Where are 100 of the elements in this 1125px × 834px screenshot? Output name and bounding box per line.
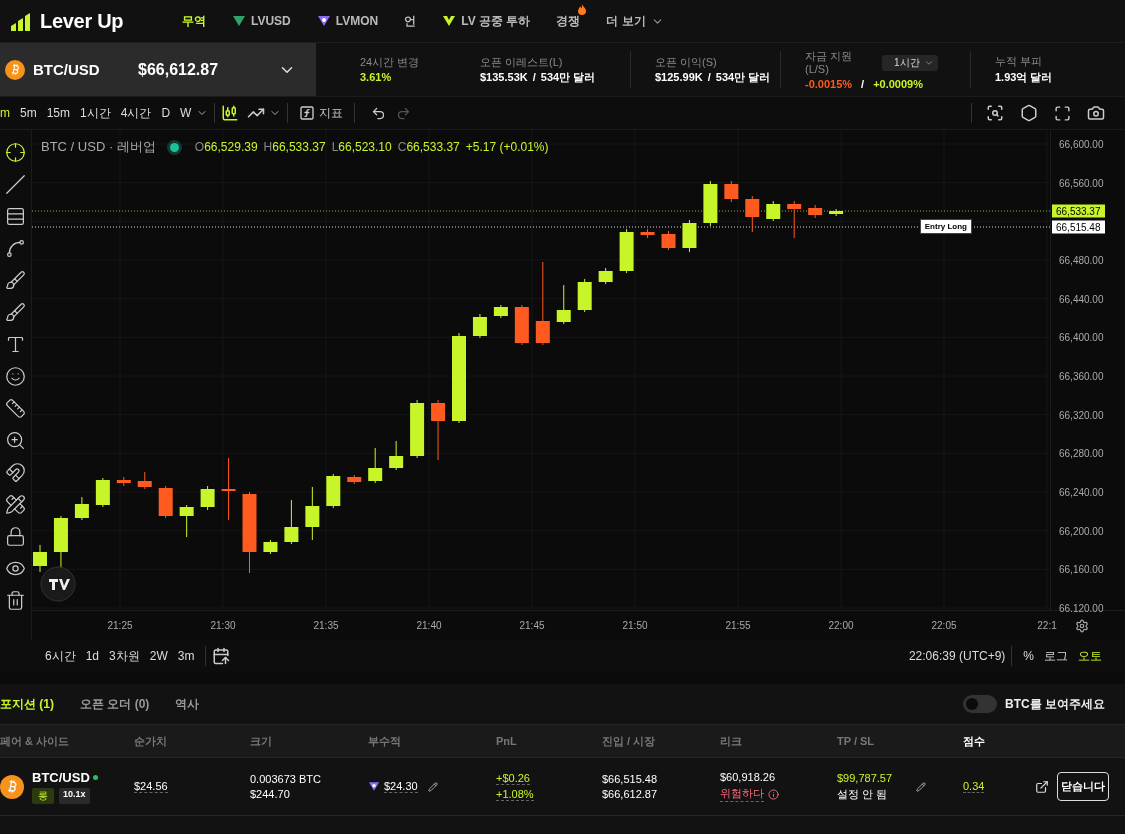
side-badge: 롱 — [32, 787, 54, 804]
table-cell: $60,918.26 — [720, 771, 776, 783]
interval-button[interactable]: 1시간 — [75, 104, 116, 122]
stat-total: 534만 달러 — [715, 71, 772, 83]
edit-icon[interactable] — [427, 781, 438, 792]
stat-value: 3.61% — [360, 71, 392, 83]
candle — [556, 284, 571, 325]
lock-icon[interactable] — [5, 526, 26, 547]
table-cell: 0.34 — [963, 780, 985, 793]
scale-option[interactable]: 오토 — [1073, 647, 1107, 665]
nav-link[interactable]: 더 보기 — [606, 3, 670, 39]
interval-button[interactable]: m — [0, 106, 15, 120]
indicators-button[interactable]: 지표 — [294, 102, 349, 124]
candle — [808, 204, 823, 219]
line-icon[interactable] — [5, 174, 26, 195]
candle — [179, 504, 194, 538]
short-rate: +0.0009% — [873, 77, 923, 90]
price-label: 66,160.00 — [1059, 563, 1104, 575]
stat-label: 누적 부피 — [995, 54, 1044, 68]
time-label: 21:30 — [210, 620, 236, 631]
pencil-ruler-icon[interactable] — [5, 494, 26, 515]
leverage-badge: 10.1x — [59, 787, 90, 804]
table-cell: $66,612.87 — [602, 788, 658, 800]
candle — [787, 200, 802, 239]
price-label: 66,240.00 — [1059, 486, 1104, 498]
tab[interactable]: 역사 — [175, 695, 200, 713]
settings-icon[interactable] — [1020, 104, 1038, 122]
info-icon[interactable] — [768, 788, 779, 800]
interval-button[interactable]: W — [175, 106, 197, 120]
nav-link[interactable]: 언 — [404, 3, 423, 39]
ohlc-value: 66,529.39 — [204, 140, 258, 154]
calendar-icon[interactable] — [212, 647, 231, 665]
time-label: 21:50 — [622, 620, 648, 631]
curve-icon[interactable] — [5, 238, 26, 259]
range-button[interactable]: 3차원 — [104, 647, 145, 665]
undo-icon[interactable] — [371, 105, 387, 121]
interval-button[interactable]: D — [156, 106, 176, 120]
table-cell: +1.08% — [496, 788, 534, 801]
tab[interactable]: 포지션 (1) — [0, 695, 54, 713]
time-label: 22:00 — [828, 620, 854, 631]
interval-select[interactable]: 1시간 — [882, 54, 938, 71]
nav-link[interactable]: 경쟁 — [556, 3, 587, 39]
chevron-logo-icon — [442, 15, 457, 27]
search-icon[interactable] — [986, 104, 1004, 122]
price-change: +5.17 (+0.01%) — [465, 140, 549, 154]
candle — [389, 440, 404, 471]
tab[interactable]: 오픈 오더 (0) — [80, 695, 150, 713]
time-label: 21:35 — [313, 620, 339, 631]
candle — [284, 499, 299, 545]
shield-icon — [368, 781, 380, 792]
range-button[interactable]: 2W — [144, 649, 173, 663]
ohlc-key: C — [397, 140, 407, 154]
candlestick-icon[interactable] — [221, 104, 240, 122]
bitcoin-icon — [0, 774, 24, 799]
nav-link[interactable]: 무역 — [182, 3, 212, 39]
price-label: 66,440.00 — [1059, 293, 1104, 305]
candle — [640, 228, 655, 239]
nav-link[interactable]: LVUSD — [232, 5, 297, 37]
scale-option[interactable]: % — [1018, 649, 1039, 663]
crosshair-icon[interactable] — [5, 142, 26, 163]
time-label: 22:05 — [931, 620, 957, 631]
interval-button[interactable]: 5m — [15, 106, 42, 120]
column-header: TP / SL — [837, 735, 876, 747]
range-button[interactable]: 3m — [172, 649, 200, 663]
redo-icon[interactable] — [396, 105, 412, 121]
candle — [703, 180, 718, 227]
range-button[interactable]: 1d — [80, 649, 105, 663]
magnet-icon[interactable] — [5, 462, 26, 483]
external-link-icon[interactable] — [1035, 779, 1049, 794]
scale-option[interactable]: 로그 — [1039, 647, 1073, 665]
zoom-in-icon[interactable] — [5, 430, 26, 451]
trash-icon[interactable] — [5, 590, 26, 611]
nav-link[interactable]: LVMON — [316, 5, 385, 37]
table-cell: $66,515.48 — [602, 773, 658, 785]
interval-button[interactable]: 4시간 — [115, 104, 157, 122]
settings-icon[interactable] — [1075, 618, 1089, 633]
column-header: 점수 — [963, 733, 986, 749]
toggle-switch[interactable] — [963, 695, 997, 713]
smile-icon[interactable] — [5, 366, 26, 387]
close-button[interactable]: 닫습니다 — [1057, 772, 1109, 801]
range-button[interactable]: 6시간 — [40, 647, 81, 665]
column-header: 크기 — [250, 733, 273, 749]
brush-icon[interactable] — [5, 270, 26, 291]
parallel-lines-icon[interactable] — [5, 206, 26, 227]
long-rate: -0.0015% — [805, 77, 853, 90]
stat-label: 오픈 이레스트(L) — [480, 56, 564, 69]
text-icon[interactable] — [5, 334, 26, 355]
separator: / — [707, 71, 711, 83]
candle — [410, 399, 425, 459]
edit-icon[interactable] — [916, 781, 927, 792]
candle — [116, 476, 131, 487]
brush-icon[interactable] — [5, 302, 26, 323]
fullscreen-icon[interactable] — [1054, 104, 1071, 122]
ruler-icon[interactable] — [5, 398, 26, 419]
camera-icon[interactable] — [1087, 104, 1105, 122]
candle — [577, 278, 592, 313]
interval-button[interactable]: 15m — [41, 106, 75, 120]
nav-link[interactable]: LV 공중 투하 — [442, 3, 537, 39]
time-label: 22:1 — [1037, 620, 1057, 631]
entry-label: Entry Long — [919, 219, 972, 234]
